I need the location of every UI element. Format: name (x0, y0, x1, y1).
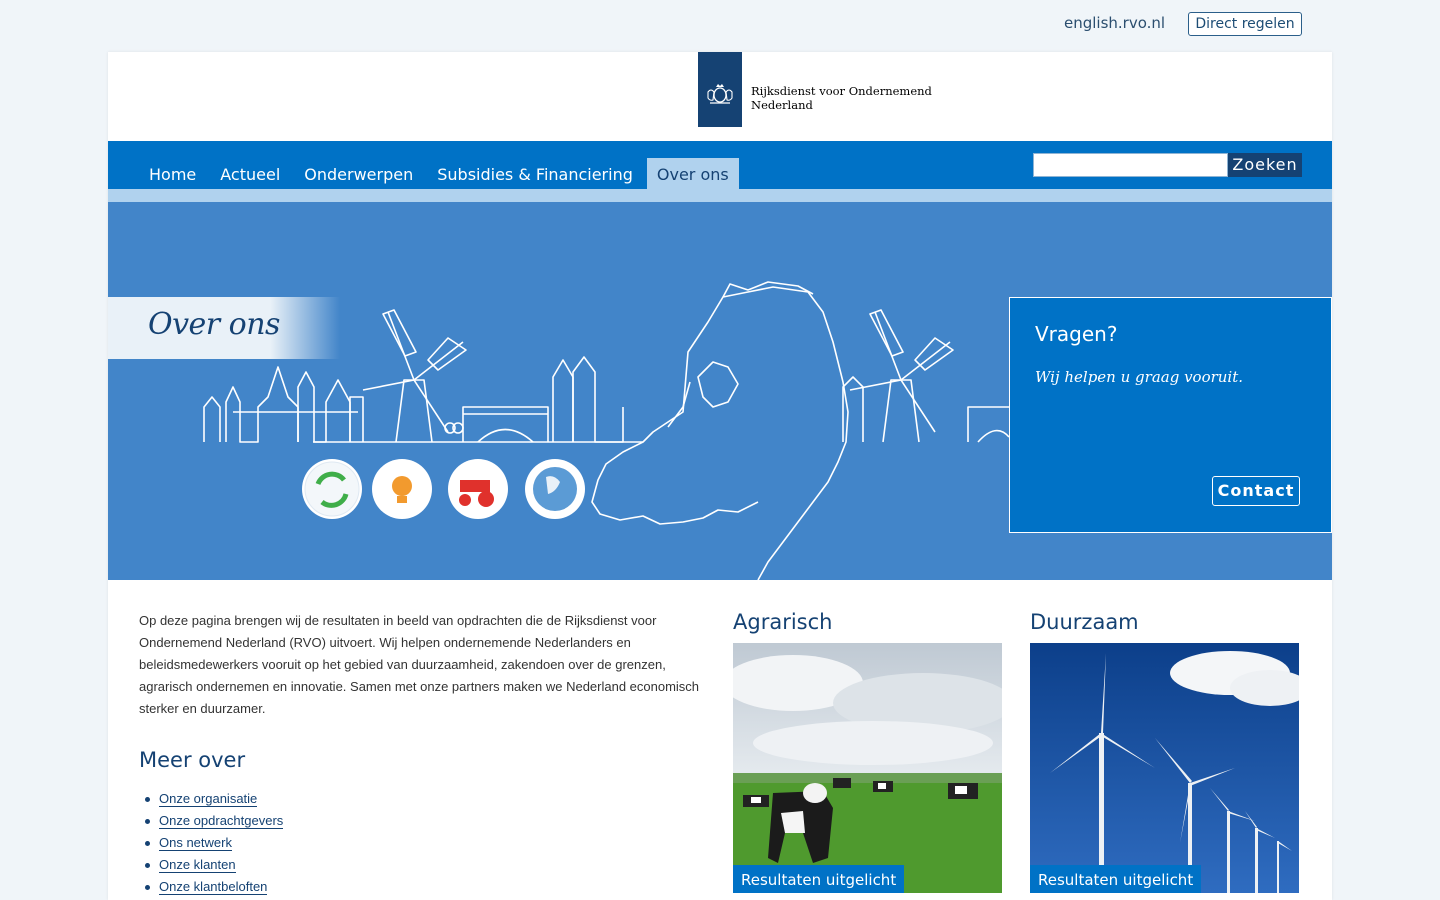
meer-over-list: Onze organisatie Onze opdrachtgevers Ons… (144, 788, 284, 898)
link-onze-organisatie[interactable]: Onze organisatie (159, 791, 258, 807)
nav-item-subsidies[interactable]: Subsidies & Financiering (427, 158, 643, 189)
hero-icons (302, 459, 585, 519)
page-container: Rijksdienst voor Ondernemend Nederland H… (108, 52, 1332, 900)
page-title: Over ons (148, 307, 280, 342)
direct-regelen-button[interactable]: Direct regelen (1188, 12, 1302, 36)
nav-underline-strip (108, 189, 1332, 202)
cows-image[interactable]: Resultaten uitgelicht (733, 643, 1002, 893)
list-item: Ons netwerk (144, 832, 283, 854)
card-label[interactable]: Resultaten uitgelicht (1030, 865, 1202, 893)
logo-wordmark[interactable]: Rijksdienst voor Ondernemend Nederland (751, 84, 932, 112)
top-bar: english.rvo.nl Direct regelen (0, 0, 1440, 52)
english-site-link[interactable]: english.rvo.nl (1064, 14, 1165, 32)
logo-line-1: Rijksdienst voor Ondernemend (751, 84, 932, 98)
search-button[interactable]: Zoeken (1228, 153, 1302, 177)
crest-icon (707, 84, 733, 104)
list-item: Onze klantbeloften (144, 876, 283, 898)
intro-text: Op deze pagina brengen wij de resultaten… (139, 613, 700, 716)
wind-turbines-image[interactable]: Resultaten uitgelicht (1030, 643, 1299, 893)
questions-title: Vragen? (1035, 322, 1118, 346)
list-item: Onze opdrachtgevers (144, 810, 284, 832)
main-navigation: Home Actueel Onderwerpen Subsidies & Fin… (108, 141, 1332, 189)
card-label[interactable]: Resultaten uitgelicht (733, 865, 905, 893)
link-ons-netwerk[interactable]: Ons netwerk (159, 835, 232, 851)
questions-subtitle: Wij helpen u graag vooruit. (1035, 368, 1244, 386)
card-duurzaam[interactable]: Duurzaam Resultaten uitgelicht (1030, 610, 1299, 893)
link-onze-klantbeloften[interactable]: Onze klantbeloften (159, 879, 268, 895)
list-item: Onze organisatie (144, 788, 283, 810)
nav-item-home[interactable]: Home (139, 158, 206, 189)
contact-button[interactable]: Contact (1212, 476, 1300, 506)
nav-item-over-ons[interactable]: Over ons (646, 158, 739, 189)
card-agrarisch[interactable]: Agrarisch Resultaten uitgelicht (733, 610, 1002, 893)
card-title[interactable]: Duurzaam (1030, 610, 1299, 642)
nav-item-actueel[interactable]: Actueel (210, 158, 290, 189)
hero-banner: Over ons Vragen? Wij helpen u graag voor… (108, 202, 1332, 580)
logo-emblem[interactable] (698, 52, 742, 127)
logo-line-2: Nederland (751, 98, 813, 112)
meer-over-heading: Meer over (139, 748, 246, 772)
search-input[interactable] (1033, 153, 1228, 177)
header: Rijksdienst voor Ondernemend Nederland (108, 52, 1332, 141)
list-item: Onze klanten (144, 854, 283, 876)
hero-title-panel: Over ons (108, 297, 340, 359)
questions-box: Vragen? Wij helpen u graag vooruit. Cont… (1009, 297, 1332, 533)
nav-item-onderwerpen[interactable]: Onderwerpen (294, 158, 423, 189)
link-onze-opdrachtgevers[interactable]: Onze opdrachtgevers (159, 813, 284, 829)
link-onze-klanten[interactable]: Onze klanten (159, 857, 236, 873)
card-title[interactable]: Agrarisch (733, 610, 1002, 642)
